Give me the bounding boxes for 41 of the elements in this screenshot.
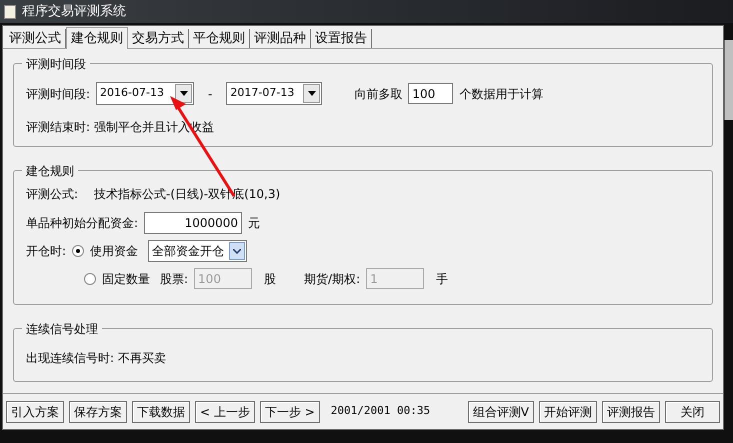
field-label: 开仓时: bbox=[26, 243, 66, 260]
unit-text: 元 bbox=[248, 215, 260, 232]
group-title: 连续信号处理 bbox=[22, 320, 102, 338]
field-label: 评测时间段: bbox=[26, 86, 90, 102]
radio-button[interactable] bbox=[72, 245, 84, 257]
toolbar-button[interactable]: < 上一步 bbox=[195, 400, 255, 422]
scrollbar-thumb[interactable] bbox=[724, 40, 733, 120]
toolbar-button[interactable]: 下一步 > bbox=[260, 400, 320, 422]
separator-text: - bbox=[207, 86, 214, 102]
toolbar-button[interactable]: 引入方案 bbox=[6, 400, 64, 422]
field-label: 评测公式: bbox=[26, 186, 78, 203]
app-icon bbox=[4, 4, 16, 18]
group-title: 评测时间段 bbox=[22, 55, 90, 73]
status-text: 2001/2001 00:35 bbox=[330, 403, 430, 420]
prefetch-input[interactable]: 100 bbox=[408, 83, 454, 104]
field-label: 股票: bbox=[160, 270, 188, 288]
date-dropdown[interactable]: 2017-07-13 bbox=[226, 82, 322, 105]
field-label: 评测结束时: bbox=[26, 119, 90, 136]
field-label: 期货/期权: bbox=[304, 270, 360, 288]
unit-text: 手 bbox=[436, 270, 448, 288]
capital-input[interactable]: 1000000 bbox=[144, 212, 242, 234]
tab[interactable]: 建仓规则 bbox=[66, 27, 128, 49]
chevron-down-icon bbox=[229, 242, 246, 260]
radio-button[interactable] bbox=[84, 272, 96, 284]
field-label: 个数据用于计算 bbox=[459, 86, 544, 102]
date-dropdown[interactable]: 2016-07-13 bbox=[96, 82, 194, 105]
mode-dropdown[interactable]: 全部资金开仓 bbox=[148, 240, 248, 262]
group-title: 建仓规则 bbox=[22, 162, 78, 180]
field-label: 向前多取 bbox=[354, 86, 402, 102]
toolbar-button[interactable]: 关闭 bbox=[665, 400, 720, 422]
signal-rule-text: 出现连续信号时: 不再买卖 bbox=[26, 351, 166, 365]
radio-label: 使用资金 bbox=[90, 243, 138, 260]
field-label: 单品种初始分配资金: bbox=[26, 215, 138, 232]
toolbar-button[interactable]: 下载数据 bbox=[132, 400, 190, 422]
toolbar-button[interactable]: 保存方案 bbox=[69, 400, 127, 422]
toolbar-button[interactable]: 评测报告 bbox=[602, 400, 660, 422]
unit-text: 股 bbox=[264, 270, 276, 288]
window-title: 程序交易评测系统 bbox=[22, 2, 126, 21]
toolbar-button[interactable]: 组合评测V bbox=[468, 400, 534, 422]
radio-label: 固定数量 bbox=[102, 270, 150, 288]
toolbar-button[interactable]: 开始评测 bbox=[539, 400, 597, 422]
